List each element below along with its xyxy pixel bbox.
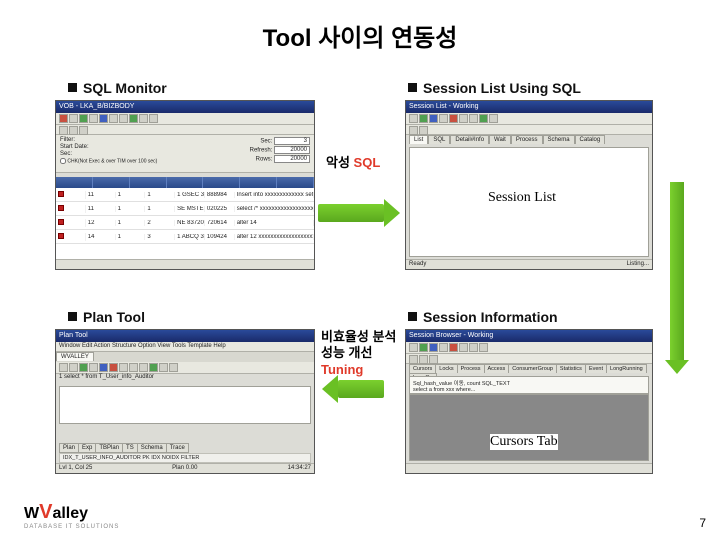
session-info-body (409, 394, 649, 461)
window-toolbar-2 (406, 354, 652, 364)
plan-tool-bottom-tabs: PlanExpTBPlanTSSchemaTrace (59, 443, 188, 453)
screenshot-plan-tool: Plan Tool Window Edit Action Structure O… (55, 329, 315, 474)
window-menubar: Window Edit Action Structure Option View… (56, 342, 314, 352)
logo: WValley DATABASE IT SOLUTIONS (24, 501, 119, 530)
screenshot-session-info: Session Browser - Working CursorsLocksPr… (405, 329, 653, 474)
window-toolbar (406, 342, 652, 354)
window-titlebar: Session List - Working (406, 101, 652, 113)
session-info-tabs: CursorsLocksProcessAccessConsumerGroupSt… (409, 364, 649, 376)
session-list-tabs: ListSQLDetail#InfoWaitProcessSchemaCatal… (409, 135, 649, 147)
session-info-header: Sql_hash_value 이동, count SQL_TEXT select… (409, 376, 649, 394)
heading-session-info: Session Information (408, 309, 558, 325)
window-toolbar-2 (56, 125, 314, 135)
arrow-down-icon (670, 182, 684, 360)
status-bar: Lvl 1, Col 25 Plan 0.00 14:34:27 (56, 463, 314, 473)
table-row: 1111SE MSTER020225select /* xxxxxxxxxxxx… (56, 202, 314, 216)
callout-session-list: Session List (488, 190, 556, 206)
arrow-right-icon (318, 204, 384, 222)
table-row: 14131 ABCQ 35109424alter 12 xxxxxxxxxxxx… (56, 230, 314, 244)
window-titlebar: Plan Tool (56, 330, 314, 342)
label-tuning: 비효율성 분석 성능 개선 Tuning (321, 329, 396, 378)
window-titlebar: Session Browser - Working (406, 330, 652, 342)
sql-monitor-filter-panel: Filter: Start Date: Sec: CHK(Not Exec & … (56, 135, 314, 173)
label-bad-sql: 악성 SQL (326, 155, 380, 171)
table-row: 11111 GSEC 33888984Insert into xxxxxxxxx… (56, 188, 314, 202)
window-toolbar-2 (406, 125, 652, 135)
status-bar (406, 463, 652, 473)
plan-tool-sql-text: 1 select * from T_User_info_Auditor (59, 374, 154, 380)
window-toolbar (56, 113, 314, 125)
screenshot-session-list: Session List - Working ListSQLDetail#Inf… (405, 100, 653, 270)
screenshot-sql-monitor: VOB - LKA_B/BIZBODY Filter: Start Date: … (55, 100, 315, 270)
table-row: 1212NE 83720720614alter 14 (56, 216, 314, 230)
slide-title: Tool 사이의 연동성 (263, 18, 458, 53)
heading-plan-tool: Plan Tool (68, 309, 145, 325)
status-bar (56, 259, 314, 269)
arrow-left-icon (338, 380, 384, 398)
window-toolbar (406, 113, 652, 125)
plan-tool-footer-bar: IDX_T_USER_INFO_AUDITOR PK IDX NOIDX FIL… (59, 453, 311, 463)
heading-sql-monitor: SQL Monitor (68, 80, 167, 96)
sql-monitor-grid: 11111 GSEC 33888984Insert into xxxxxxxxx… (56, 177, 314, 259)
heading-session-list: Session List Using SQL (408, 80, 581, 96)
window-toolbar (56, 362, 314, 374)
window-titlebar: VOB - LKA_B/BIZBODY (56, 101, 314, 113)
page-number: 7 (699, 516, 706, 530)
status-bar: Ready Listing... (406, 259, 652, 269)
plan-tool-body (59, 386, 311, 424)
callout-cursors-tab: Cursors Tab (490, 434, 558, 450)
plan-tool-top-tabs: WVALLEY (56, 352, 314, 362)
